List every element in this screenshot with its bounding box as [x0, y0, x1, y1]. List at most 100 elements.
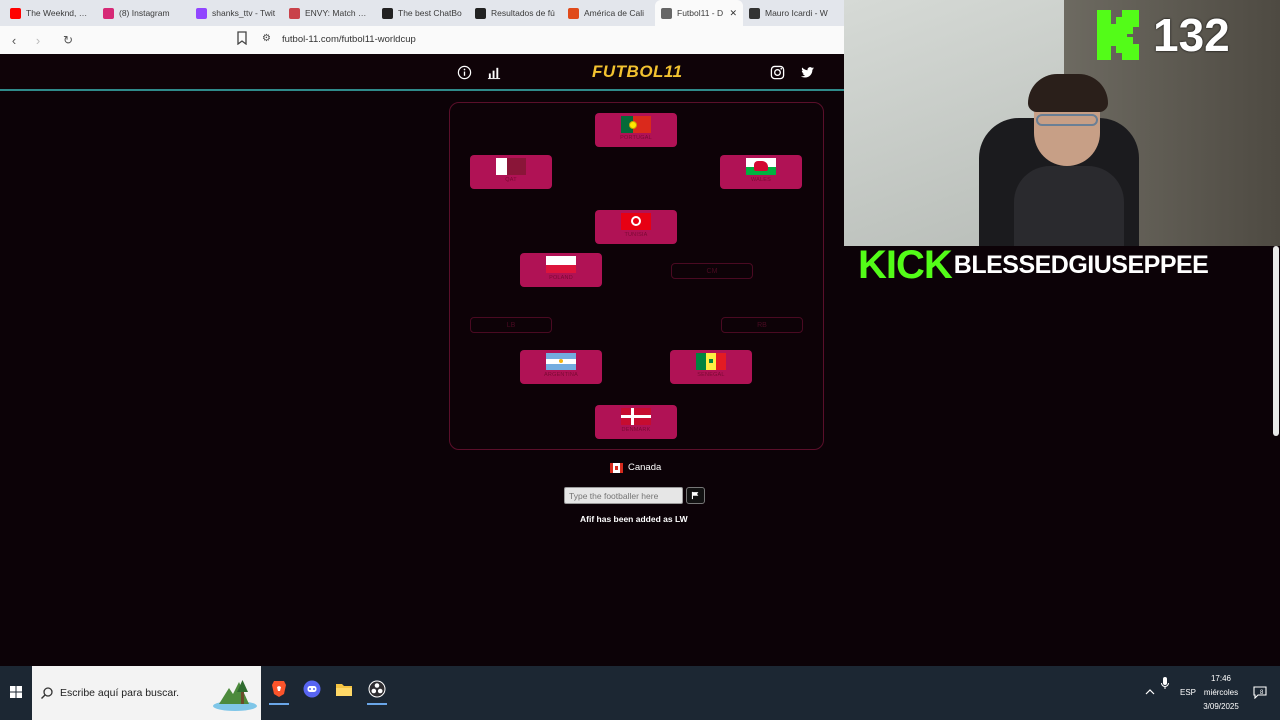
reload-button[interactable]: ↻	[58, 30, 78, 50]
info-icon[interactable]	[457, 65, 472, 80]
brave-icon	[272, 681, 286, 697]
instagram-icon	[103, 7, 114, 19]
notification-count: 8	[1260, 690, 1264, 696]
address-bar: ‹ › ↻ ⚙ futbol-11.com/futbol11-worldcup	[0, 26, 844, 54]
formation-pitch: PORTUGAL QAT WALES TUNISIA POLAND CM LB …	[449, 102, 824, 450]
player-name: DENMARK	[621, 427, 651, 433]
kick-channel-banner: KICK BLESSEDGIUSEPPEE	[858, 245, 1272, 285]
twitter-icon[interactable]	[800, 65, 815, 80]
empty-slot-cm[interactable]: CM	[671, 263, 753, 279]
viewer-counter: 132	[1097, 8, 1230, 62]
search-placeholder: Escribe aquí para buscar.	[60, 687, 180, 699]
player-name: WALES	[750, 177, 772, 183]
scrollbar-thumb[interactable]	[1273, 246, 1279, 436]
status-message: Afif has been added as LW	[580, 514, 688, 524]
tab-label: The best ChatBo	[398, 8, 462, 18]
taskbar-search[interactable]: Escribe aquí para buscar.	[32, 666, 261, 720]
player-slot-senegal[interactable]: SENEGAL	[670, 350, 752, 384]
nation-name: Canada	[628, 462, 662, 473]
player-name: POLAND	[549, 275, 573, 281]
tab-label: The Weeknd, Pla	[26, 8, 91, 18]
browser-tab[interactable]: (8) Instagram	[97, 0, 190, 26]
tab-label: shanks_ttv - Twit	[212, 8, 276, 18]
viewer-count: 132	[1153, 9, 1230, 61]
player-slot-tunisia[interactable]: TUNISIA	[595, 210, 677, 244]
youtube-icon	[10, 7, 21, 19]
microphone-icon[interactable]	[1160, 676, 1170, 690]
clock-time: 17:46	[1210, 674, 1232, 683]
windows-start-icon[interactable]	[10, 686, 22, 698]
senegal-flag-icon	[696, 353, 726, 370]
discord-app[interactable]	[298, 674, 326, 704]
argentina-flag-icon	[546, 353, 576, 370]
valorant-icon	[289, 7, 300, 19]
player-slot-argentina[interactable]: ARGENTINA	[520, 350, 602, 384]
twitch-icon	[196, 7, 207, 19]
bookmark-icon[interactable]	[236, 31, 248, 45]
wikipedia-icon	[749, 7, 760, 19]
flag-submit-button[interactable]	[686, 487, 705, 504]
globe-icon	[661, 7, 672, 19]
discord-icon	[303, 680, 321, 698]
browser-tab[interactable]: Resultados de fú	[469, 0, 562, 26]
close-tab-icon[interactable]: ✕	[729, 8, 737, 19]
notification-center-button[interactable]: 8	[1253, 685, 1267, 700]
browser-tab[interactable]: ENVY: Match Res	[283, 0, 376, 26]
player-slot-qatar[interactable]: QAT	[470, 155, 552, 189]
streamer-figure	[1014, 70, 1124, 246]
tab-label: ENVY: Match Res	[305, 8, 370, 18]
wales-flag-icon	[746, 158, 776, 175]
empty-slot-lb[interactable]: LB	[470, 317, 552, 333]
qatar-flag-icon	[496, 158, 526, 175]
system-clock[interactable]: 17:46 miércoles 3/09/2025	[1197, 672, 1245, 714]
footballer-search-input[interactable]	[564, 487, 683, 504]
file-explorer-app[interactable]	[330, 674, 358, 704]
instagram-icon[interactable]	[770, 65, 785, 80]
player-slot-wales[interactable]: WALES	[720, 155, 802, 189]
tray-chevron-up-icon[interactable]	[1145, 688, 1155, 696]
tab-label: (8) Instagram	[119, 8, 170, 18]
denmark-flag-icon	[621, 408, 651, 425]
channel-name: BLESSEDGIUSEPPEE	[953, 250, 1209, 279]
canada-flag-icon	[610, 462, 623, 473]
browser-tab[interactable]: América de Cali	[562, 0, 655, 26]
browser-tab[interactable]: The best ChatBo	[376, 0, 469, 26]
language-indicator[interactable]: ESP	[1180, 688, 1196, 697]
search-highlight-icon	[213, 680, 257, 711]
clock-date: 3/09/2025	[1203, 702, 1239, 711]
player-slot-poland[interactable]: POLAND	[520, 253, 602, 287]
player-slot-portugal[interactable]: PORTUGAL	[595, 113, 677, 147]
tab-label: Resultados de fú	[491, 8, 555, 18]
obs-app[interactable]	[363, 674, 391, 705]
browser-tab[interactable]: Futbol11 - D ✕	[655, 0, 743, 26]
current-nation: Canada	[610, 462, 661, 473]
america-icon	[568, 7, 579, 19]
player-name: PORTUGAL	[620, 135, 652, 141]
brave-browser-app[interactable]	[265, 674, 293, 705]
poland-flag-icon	[546, 256, 576, 273]
kick-logo-icon	[1097, 10, 1139, 60]
browser-tab[interactable]: shanks_ttv - Twit	[190, 0, 283, 26]
tab-label: Futbol11 - D	[677, 8, 724, 18]
site-settings-icon[interactable]: ⚙	[262, 33, 271, 44]
browser-tab[interactable]: The Weeknd, Pla	[4, 0, 97, 26]
browser-tab[interactable]: Mauro Icardi - W	[743, 0, 836, 26]
back-button[interactable]: ‹	[4, 30, 24, 50]
player-name: SENEGAL	[697, 372, 725, 378]
futbol11-logo[interactable]: FUTBOL11	[592, 62, 683, 82]
forward-button[interactable]: ›	[28, 30, 48, 50]
chatbot-icon	[382, 7, 393, 19]
player-slot-denmark[interactable]: DENMARK	[595, 405, 677, 439]
player-name: QAT	[505, 177, 517, 183]
tunisia-flag-icon	[621, 213, 651, 230]
windows-taskbar: Escribe aquí para buscar. ESP 17:46 miér…	[0, 666, 1280, 720]
player-name: TUNISIA	[624, 232, 648, 238]
stats-icon[interactable]	[487, 65, 502, 80]
page-scrollbar[interactable]	[1272, 246, 1280, 666]
player-name: ARGENTINA	[544, 372, 578, 378]
tab-label: Mauro Icardi - W	[765, 8, 828, 18]
futbol11-page: FUTBOL11 PORTUGAL QAT WALES TUNISIA POLA…	[0, 54, 844, 666]
portugal-flag-icon	[621, 116, 651, 133]
empty-slot-rb[interactable]: RB	[721, 317, 803, 333]
url-text[interactable]: futbol-11.com/futbol11-worldcup	[282, 34, 416, 45]
